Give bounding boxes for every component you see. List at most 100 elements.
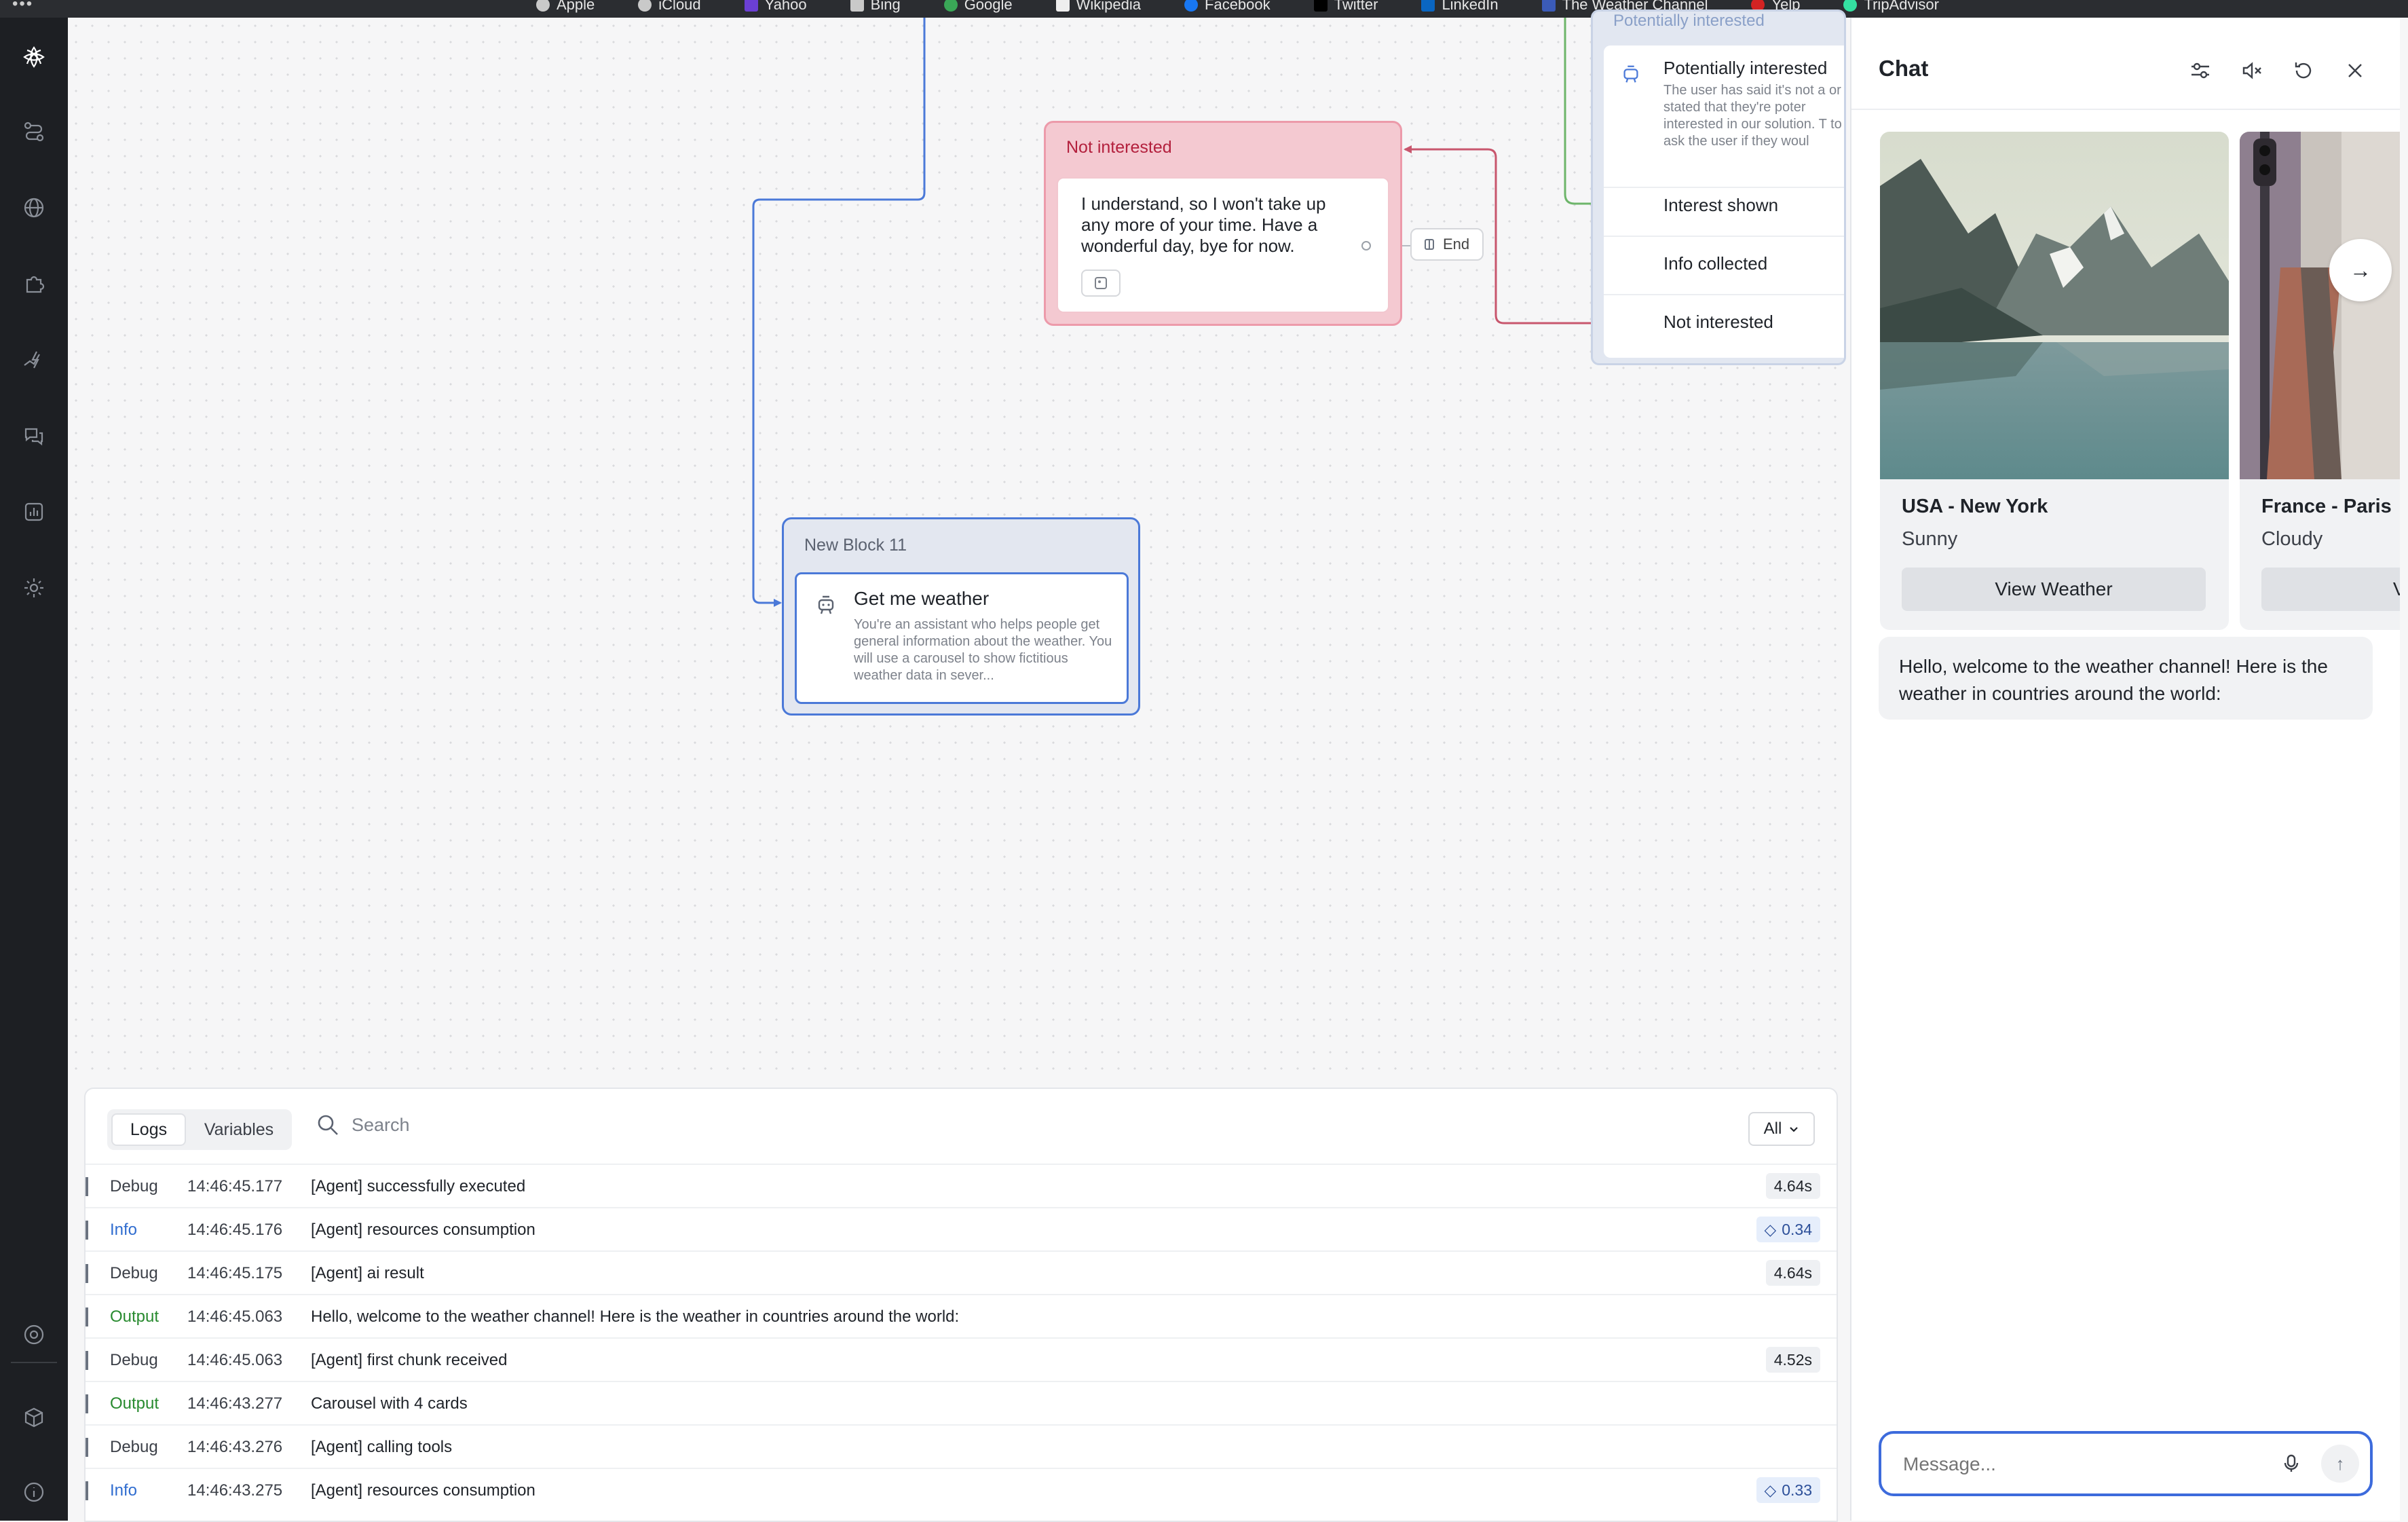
left-sidebar: [0, 18, 68, 1521]
log-level-bar: [86, 1351, 88, 1370]
logo-icon[interactable]: [19, 42, 49, 72]
tab-variables[interactable]: Variables: [191, 1113, 286, 1146]
bookmark[interactable]: TripAdvisor: [1843, 0, 1939, 14]
card-city: USA - New York: [1902, 496, 2048, 517]
log-level: Info: [110, 1481, 138, 1500]
image-icon[interactable]: [1081, 270, 1121, 297]
more-icon[interactable]: •••: [12, 0, 33, 14]
bookmark[interactable]: Facebook: [1184, 0, 1271, 14]
potentially-interested-block[interactable]: Potentially interested Potentially inter…: [1591, 10, 1846, 365]
carousel-card: France - Paris Cloudy View: [2240, 132, 2400, 630]
bookmark[interactable]: Wikipedia: [1055, 0, 1141, 14]
bookmark[interactable]: Apple: [536, 0, 595, 14]
close-icon[interactable]: [2341, 57, 2369, 84]
end-icon: [1425, 239, 1434, 250]
log-message: [Agent] resources consumption: [311, 1221, 535, 1239]
divider: [1604, 294, 1844, 295]
globe-icon[interactable]: [19, 193, 49, 223]
chat-title: Chat: [1879, 56, 1929, 81]
mute-icon[interactable]: [2238, 57, 2265, 84]
log-row[interactable]: Debug 14:46:45.175 [Agent] ai result 4.64s: [86, 1250, 1837, 1294]
log-level-bar: [86, 1394, 88, 1413]
log-message: [Agent] first chunk received: [311, 1351, 508, 1369]
bookmark[interactable]: Twitter: [1313, 0, 1378, 14]
end-node[interactable]: End: [1410, 228, 1484, 261]
logs-tabs: Logs Variables: [107, 1109, 292, 1150]
cube-icon[interactable]: [19, 1403, 49, 1432]
message-text: I understand, so I won't take up any mor…: [1081, 193, 1326, 256]
log-message: [Agent] ai result: [311, 1264, 424, 1282]
level-filter-select[interactable]: All: [1748, 1112, 1815, 1146]
diamond-icon: ◇: [1764, 1220, 1777, 1238]
analytics-icon[interactable]: [19, 497, 49, 527]
log-level: Debug: [110, 1438, 158, 1456]
arrow-right-icon: →: [2350, 257, 2371, 282]
sliders-icon[interactable]: [2187, 57, 2214, 84]
new-block-11[interactable]: New Block 11 Get me weather You're an as…: [782, 517, 1140, 716]
carousel-next-button[interactable]: →: [2329, 239, 2392, 301]
log-timestamp: 14:46:45.063: [187, 1351, 283, 1369]
path-info-collected[interactable]: Info collected: [1663, 253, 1767, 274]
log-level-bar: [86, 1264, 88, 1283]
log-row[interactable]: Output 14:46:43.277 Carousel with 4 cards: [86, 1381, 1837, 1424]
log-row[interactable]: Info 14:46:43.275 [Agent] resources consum…: [86, 1468, 1837, 1511]
bookmark[interactable]: iCloud: [638, 0, 701, 14]
log-row[interactable]: Info 14:46:45.176 [Agent] resources consum…: [86, 1207, 1837, 1250]
log-row[interactable]: Output 14:46:45.063 Hello, welcome to the …: [86, 1294, 1837, 1337]
log-row[interactable]: Debug 14:46:45.177 [Agent] successfully ex…: [86, 1164, 1837, 1207]
message-composer: ↑: [1879, 1431, 2373, 1496]
log-message: Hello, welcome to the weather channel! H…: [311, 1307, 960, 1326]
log-timestamp: 14:46:43.277: [187, 1394, 283, 1413]
log-level: Debug: [110, 1351, 158, 1369]
puzzle-icon[interactable]: [19, 269, 49, 299]
mountain-lake-image: [1880, 132, 2229, 479]
log-level: Debug: [110, 1177, 158, 1195]
logs-search[interactable]: Search: [316, 1113, 410, 1136]
log-badge: 4.52s: [1765, 1347, 1820, 1373]
flows-icon[interactable]: [19, 117, 49, 147]
info-icon[interactable]: [19, 1477, 49, 1507]
log-timestamp: 14:46:43.276: [187, 1438, 283, 1456]
not-interested-block[interactable]: Not interested I understand, so I won't …: [1044, 121, 1402, 326]
message-step[interactable]: I understand, so I won't take up any mor…: [1057, 177, 1389, 313]
agent-step[interactable]: Get me weather You're an assistant who h…: [795, 572, 1129, 704]
log-badge-value: 4.52s: [1773, 1350, 1812, 1369]
bookmark[interactable]: Google: [943, 0, 1013, 14]
help-icon[interactable]: [19, 1320, 49, 1350]
lightning-icon[interactable]: [19, 345, 49, 375]
log-level: Debug: [110, 1264, 158, 1282]
chat-bubbles-icon[interactable]: [19, 421, 49, 451]
assistant-message: Hello, welcome to the weather channel! H…: [1879, 637, 2373, 720]
path-interest-shown[interactable]: Interest shown: [1663, 195, 1778, 216]
path-not-interested[interactable]: Not interested: [1663, 312, 1773, 333]
bookmark[interactable]: LinkedIn: [1421, 0, 1499, 14]
chat-header: Chat: [1851, 18, 2400, 110]
card-city: France - Paris: [2261, 496, 2392, 517]
log-level-bar: [86, 1307, 88, 1326]
view-weather-button[interactable]: View: [2261, 568, 2400, 611]
tab-logs[interactable]: Logs: [111, 1113, 186, 1146]
carousel-card: USA - New York Sunny View Weather: [1880, 132, 2229, 630]
settings-icon[interactable]: [19, 573, 49, 603]
log-badge: 4.64s: [1765, 1173, 1820, 1199]
log-list: Debug 14:46:45.177 [Agent] successfully ex…: [86, 1164, 1837, 1511]
output-port[interactable]: [1361, 241, 1371, 250]
diamond-icon: ◇: [1764, 1481, 1777, 1499]
bookmark[interactable]: Yahoo: [744, 0, 807, 14]
microphone-icon[interactable]: [2278, 1450, 2305, 1477]
log-row[interactable]: Debug 14:46:43.276 [Agent] calling tools: [86, 1424, 1837, 1468]
log-level: Output: [110, 1394, 159, 1413]
log-message: [Agent] successfully executed: [311, 1177, 526, 1195]
log-row[interactable]: Debug 14:46:45.063 [Agent] first chunk rec…: [86, 1337, 1837, 1381]
divider: [1604, 187, 1844, 188]
send-button[interactable]: ↑: [2321, 1445, 2359, 1483]
end-label: End: [1443, 236, 1470, 253]
log-message: [Agent] calling tools: [311, 1438, 453, 1456]
log-level: Info: [110, 1221, 138, 1239]
reset-icon[interactable]: [2290, 57, 2317, 84]
bookmark[interactable]: Bing: [850, 0, 901, 14]
message-input[interactable]: [1902, 1449, 2244, 1480]
view-weather-button[interactable]: View Weather: [1902, 568, 2206, 611]
log-badge-value: 0.33: [1782, 1481, 1812, 1499]
log-timestamp: 14:46:45.063: [187, 1307, 283, 1326]
